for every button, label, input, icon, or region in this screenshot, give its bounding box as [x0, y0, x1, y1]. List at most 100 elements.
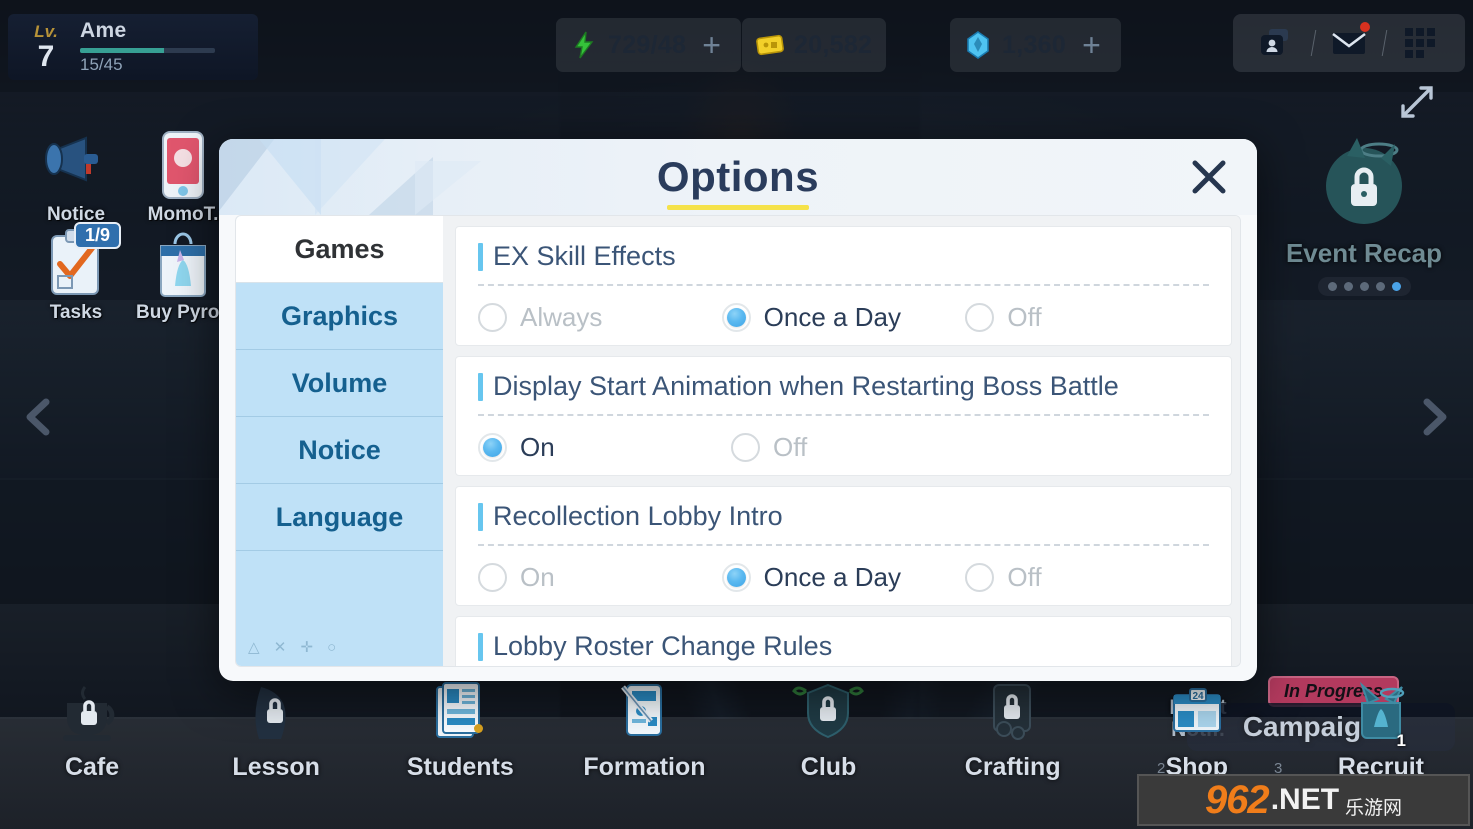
shortcut-tasks-label: Tasks [49, 302, 103, 323]
radio-dot[interactable] [478, 563, 507, 592]
option-section-display-start-animation: Display Start Animation when Restarting … [455, 356, 1232, 476]
nav-item-club[interactable]: Club [737, 681, 921, 782]
mail-button[interactable] [1318, 20, 1380, 66]
radio-label: Once a Day [763, 562, 901, 592]
chevron-right-icon [1423, 398, 1447, 436]
mail-badge-dot [1360, 22, 1370, 32]
menu-grid-icon [1405, 28, 1435, 58]
watermark: 962 .NET 乐游网 [1137, 774, 1470, 826]
radio-dot[interactable] [478, 303, 507, 332]
nav-item-cafe[interactable]: Cafe [0, 681, 184, 782]
shop-icon: 24 [1160, 681, 1234, 755]
section-title-row: EX Skill Effects [478, 241, 1209, 272]
pyroxene-bag-icon [147, 228, 219, 300]
nav-item-shop[interactable]: 24 Shop [1105, 681, 1289, 782]
sidebar-tab-language[interactable]: Language [236, 484, 443, 551]
radio-label: On [520, 562, 555, 592]
section-title: Recollection Lobby Intro [493, 501, 783, 531]
shortcut-notice[interactable]: Notice [24, 130, 128, 226]
carousel-dot[interactable] [1375, 282, 1385, 291]
section-title-row: Recollection Lobby Intro [478, 501, 1209, 532]
radio-dot-selected[interactable] [478, 433, 507, 462]
friends-icon [1261, 29, 1288, 55]
radio-dot-selected[interactable] [721, 303, 751, 332]
tasks-badge: 1/9 [74, 222, 122, 249]
nav-item-students[interactable]: Students [368, 681, 552, 782]
radio-option-once-a-day[interactable]: Once a Day [721, 302, 966, 333]
option-section-ex-skill-effects: EX Skill Effects Always Once a Day Off [455, 226, 1232, 346]
carousel-dot[interactable] [1327, 282, 1337, 291]
top-hud: Lv. 7 Ame 15/45 729/48 + 20,582 1,360 + [0, 0, 1473, 118]
shortcut-tasks[interactable]: 1/9 Tasks [24, 222, 128, 324]
radio-option-on[interactable]: On [478, 562, 722, 593]
xp-bar [80, 48, 215, 53]
nav-prev-button[interactable] [14, 392, 64, 442]
radio-dot[interactable] [965, 563, 995, 592]
sidebar-tab-notice-label: Notice [298, 434, 381, 465]
player-card[interactable]: Lv. 7 Ame 15/45 [8, 14, 258, 80]
close-button[interactable] [1183, 151, 1235, 203]
crafting-icon [976, 681, 1050, 755]
player-name: Ame [80, 19, 127, 42]
recruit-badge: 1 [1396, 731, 1406, 750]
nav-item-lesson[interactable]: Lesson [184, 681, 368, 782]
friends-button[interactable] [1247, 20, 1309, 66]
sidebar-tab-volume[interactable]: Volume [236, 350, 443, 417]
nav-next-button[interactable] [1409, 392, 1459, 442]
close-icon [1192, 160, 1226, 194]
carousel-dot[interactable] [1359, 282, 1369, 291]
carousel-dot-active[interactable] [1391, 282, 1401, 291]
sidebar-tab-notice[interactable]: Notice [236, 417, 443, 484]
watermark-tld: .NET [1270, 783, 1340, 816]
megaphone-icon [40, 130, 112, 202]
shop-24-text: 24 [1192, 691, 1204, 702]
radio-label: On [520, 432, 555, 462]
radio-dot-selected[interactable] [721, 563, 751, 592]
radio-option-off[interactable]: Off [965, 562, 1209, 593]
radio-label: Always [520, 302, 603, 332]
watermark-cn: 乐游网 [1345, 798, 1403, 819]
nav-formation-label: Formation [583, 753, 706, 781]
ap-value: 729/48 [608, 30, 687, 59]
radio-option-once-a-day[interactable]: Once a Day [721, 562, 966, 593]
level-number: 7 [37, 39, 55, 73]
carousel-dot[interactable] [1343, 282, 1353, 291]
event-recap-panel[interactable]: Event Recap [1279, 128, 1449, 296]
dialog-sidebar: Games Graphics Volume Notice Language △ … [236, 216, 443, 666]
expand-button[interactable] [1397, 82, 1437, 122]
currency-pyroxene[interactable]: 1,360 + [950, 18, 1121, 72]
ap-plus-button[interactable]: + [696, 29, 727, 61]
lesson-icon [239, 681, 313, 755]
xp-fill [80, 48, 164, 53]
credit-icon [756, 31, 784, 59]
option-section-lobby-roster-change-rules: Lobby Roster Change Rules [455, 616, 1232, 666]
clipboard-check-icon: 1/9 [40, 222, 122, 300]
carousel-dots[interactable] [1317, 277, 1411, 296]
radio-option-on[interactable]: On [478, 432, 731, 463]
sidebar-tab-graphics[interactable]: Graphics [236, 283, 443, 350]
nav-cafe-label: Cafe [64, 753, 120, 781]
player-info: Ame 15/45 [80, 19, 248, 75]
nav-item-recruit[interactable]: 1 Recruit [1289, 681, 1473, 782]
game-screen: Lv. 7 Ame 15/45 729/48 + 20,582 1,360 + … [0, 0, 1473, 829]
currency-ap[interactable]: 729/48 + [556, 18, 741, 72]
nav-item-crafting[interactable]: Crafting [921, 681, 1105, 782]
nav-item-formation[interactable]: Formation [552, 681, 736, 782]
section-title: Display Start Animation when Restarting … [493, 371, 1119, 401]
nav-club-label: Club [800, 753, 857, 781]
radio-dot[interactable] [731, 433, 760, 462]
pyroxene-value: 1,360 [1002, 30, 1067, 59]
radio-option-off[interactable]: Off [731, 432, 984, 463]
divider-2 [1381, 30, 1388, 56]
radio-option-always[interactable]: Always [478, 302, 722, 333]
menu-button[interactable] [1389, 20, 1451, 66]
currency-credits[interactable]: 20,582 [742, 18, 887, 72]
dialog-body: Games Graphics Volume Notice Language △ … [235, 215, 1241, 667]
event-recap-icon [1309, 128, 1419, 238]
mail-icon [1332, 32, 1366, 54]
radio-dot[interactable] [965, 303, 995, 332]
sidebar-tab-games[interactable]: Games [236, 216, 443, 283]
radio-option-off[interactable]: Off [965, 302, 1209, 333]
lightning-icon [570, 31, 598, 59]
pyroxene-plus-button[interactable]: + [1076, 29, 1107, 61]
